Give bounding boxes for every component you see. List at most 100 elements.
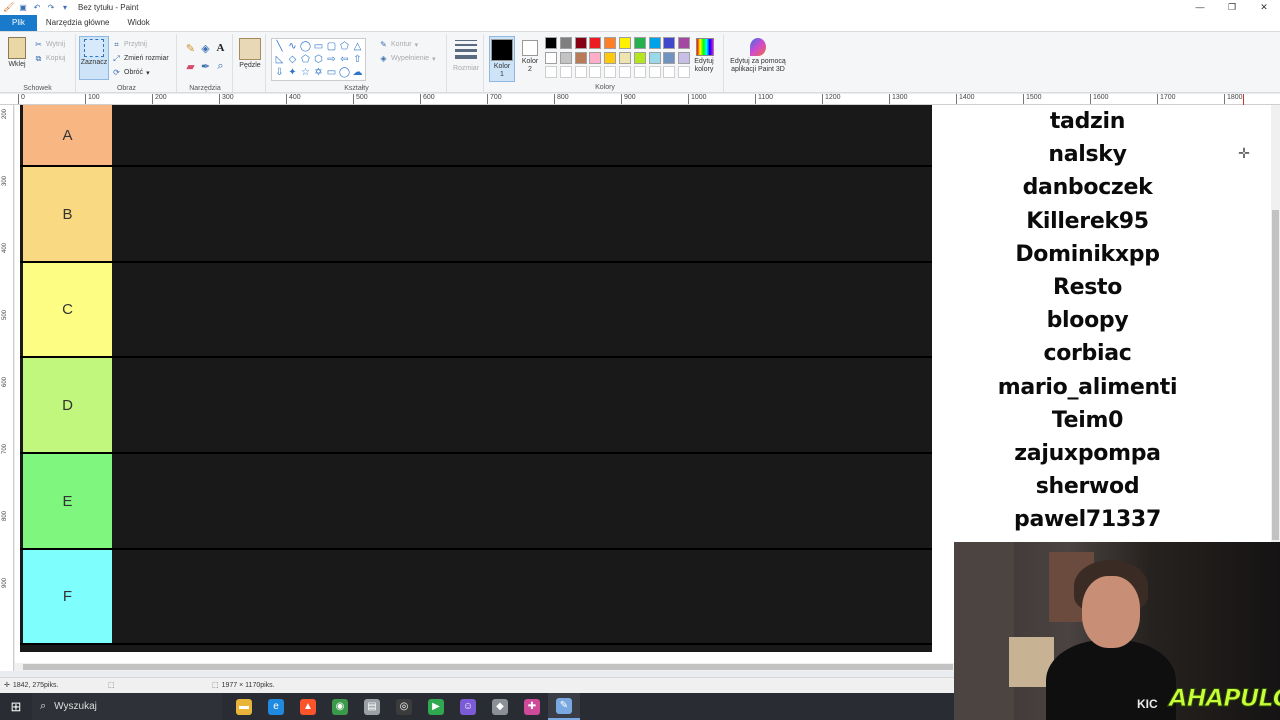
callout-rect-shape-icon[interactable]: ▭ (325, 66, 338, 79)
taskbar-app-button[interactable]: ▤ (356, 693, 388, 720)
vertical-scroll-thumb[interactable] (1272, 210, 1279, 540)
shapes-gallery[interactable]: ╲ ∿ ◯ ▭ ▢ ⬠ △ ◺ ◇ ⬠ ⬡ ⇨ ⇦ ⇧ ⇩ ✦ ☆ ✡ ▭ ◯ … (271, 38, 366, 81)
color1-button[interactable]: Kolor 1 (489, 36, 515, 82)
palette-color-swatch[interactable] (574, 37, 587, 49)
size-button[interactable]: Rozmiar (452, 40, 480, 72)
callout-oval-shape-icon[interactable]: ◯ (338, 66, 351, 79)
color2-button[interactable]: Kolor 2 (517, 36, 543, 74)
taskbar-app-button[interactable]: ✎ (548, 693, 580, 720)
line-shape-icon[interactable]: ╲ (273, 40, 286, 53)
star5-shape-icon[interactable]: ☆ (299, 66, 312, 79)
palette-color-swatch[interactable] (633, 66, 646, 78)
resize-button[interactable]: ⤢ Zmień rozmiar (112, 54, 168, 63)
palette-color-swatch[interactable] (678, 66, 691, 78)
palette-color-swatch[interactable] (545, 37, 557, 49)
quick-access-dropdown-icon[interactable]: ▾ (60, 3, 70, 13)
palette-color-swatch[interactable] (545, 66, 557, 78)
brushes-button[interactable]: Pędzle (236, 38, 264, 69)
palette-color-swatch[interactable] (648, 66, 661, 78)
tab-view[interactable]: Widok (118, 15, 158, 31)
palette-color-swatch[interactable] (618, 37, 631, 49)
crop-button[interactable]: ⌗ Przytnij (112, 40, 147, 49)
close-button[interactable]: ✕ (1248, 0, 1280, 15)
rotate-button[interactable]: ⟳ Obróć ▾ (112, 68, 149, 77)
save-icon[interactable]: ▣ (18, 3, 28, 13)
palette-color-swatch[interactable] (574, 51, 587, 64)
palette-color-swatch[interactable] (663, 66, 676, 78)
palette-color-swatch[interactable] (648, 37, 661, 49)
star4-shape-icon[interactable]: ✦ (286, 66, 299, 79)
text-icon[interactable]: A (213, 42, 228, 60)
right-triangle-shape-icon[interactable]: ◺ (273, 53, 286, 66)
tab-file[interactable]: Plik (0, 15, 37, 31)
taskbar-app-button[interactable]: ☺ (452, 693, 484, 720)
polygon-shape-icon[interactable]: ⬠ (338, 40, 351, 53)
palette-color-swatch[interactable] (604, 51, 617, 64)
taskbar-app-button[interactable]: e (260, 693, 292, 720)
palette-color-swatch[interactable] (648, 51, 661, 64)
palette-color-swatch[interactable] (663, 37, 676, 49)
tab-home[interactable]: Narzędzia główne (37, 15, 119, 31)
taskbar-search[interactable]: ⌕ Wyszukaj (32, 693, 222, 720)
fill-dropdown[interactable]: ◈ Wypełnienie ▾ (379, 54, 435, 63)
arrow-right-shape-icon[interactable]: ⇨ (325, 53, 338, 66)
palette-color-swatch[interactable] (559, 37, 572, 49)
oval-shape-icon[interactable]: ◯ (299, 40, 312, 53)
eraser-icon[interactable]: ▰ (183, 60, 198, 78)
taskbar-app-button[interactable]: ▬ (228, 693, 260, 720)
hexagon-shape-icon[interactable]: ⬡ (312, 53, 325, 66)
taskbar-app-button[interactable]: ▶ (420, 693, 452, 720)
taskbar-app-button[interactable]: ◉ (324, 693, 356, 720)
star6-shape-icon[interactable]: ✡ (312, 66, 325, 79)
taskbar-app-button[interactable]: ✚ (516, 693, 548, 720)
arrow-down-shape-icon[interactable]: ⇩ (273, 66, 286, 79)
rounded-rect-shape-icon[interactable]: ▢ (325, 40, 338, 53)
color-picker-icon[interactable]: ✒ (198, 60, 213, 78)
palette-color-swatch[interactable] (604, 37, 617, 49)
taskbar-app-button[interactable]: ◎ (388, 693, 420, 720)
magnifier-icon[interactable]: ⌕ (213, 60, 228, 78)
cloud-shape-icon[interactable]: ☁ (351, 66, 364, 79)
taskbar-app-button[interactable]: ◆ (484, 693, 516, 720)
palette-color-swatch[interactable] (545, 51, 557, 64)
arrow-left-shape-icon[interactable]: ⇦ (338, 53, 351, 66)
select-button[interactable]: Zaznacz (79, 36, 109, 80)
palette-color-swatch[interactable] (618, 51, 631, 64)
paste-button[interactable]: Wklej (4, 37, 30, 68)
minimize-button[interactable]: — (1184, 0, 1216, 15)
palette-color-swatch[interactable] (589, 51, 602, 64)
redo-icon[interactable]: ↷ (46, 3, 56, 13)
paint3d-button[interactable]: Edytuj za pomocą aplikacji Paint 3D (726, 38, 790, 74)
palette-color-swatch[interactable] (589, 37, 602, 49)
fill-icon[interactable]: ◈ (198, 42, 213, 60)
palette-color-swatch[interactable] (663, 51, 676, 64)
cut-button[interactable]: ✂ Wytnij (34, 40, 65, 49)
edit-colors-button[interactable]: Edytuj kolory (691, 38, 719, 74)
arrow-up-shape-icon[interactable]: ⇧ (351, 53, 364, 66)
palette-color-swatch[interactable] (574, 66, 587, 78)
outline-dropdown[interactable]: ✎ Kontur ▾ (379, 40, 418, 49)
copy-button[interactable]: ⧉ Kopiuj (34, 54, 66, 63)
palette-color-swatch[interactable] (559, 66, 572, 78)
pencil-icon[interactable]: ✎ (183, 42, 198, 60)
taskbar-app-button[interactable]: ▲ (292, 693, 324, 720)
rectangle-shape-icon[interactable]: ▭ (312, 40, 325, 53)
palette-color-swatch[interactable] (678, 51, 691, 64)
palette-color-swatch[interactable] (633, 51, 646, 64)
palette-color-swatch[interactable] (604, 66, 617, 78)
palette-color-swatch[interactable] (678, 37, 691, 49)
pentagon-shape-icon[interactable]: ⬠ (299, 53, 312, 66)
copy-icon: ⧉ (35, 54, 42, 63)
palette-color-swatch[interactable] (633, 37, 646, 49)
diamond-shape-icon[interactable]: ◇ (286, 53, 299, 66)
ruler-left: 200 300 400 500 600 700 800 900 (0, 105, 14, 671)
restore-button[interactable]: ❐ (1216, 0, 1248, 15)
curve-shape-icon[interactable]: ∿ (286, 40, 299, 53)
horizontal-scroll-thumb[interactable] (23, 664, 953, 670)
triangle-shape-icon[interactable]: △ (351, 40, 364, 53)
palette-color-swatch[interactable] (589, 66, 602, 78)
undo-icon[interactable]: ↶ (32, 3, 42, 13)
palette-color-swatch[interactable] (559, 51, 572, 64)
windows-start-icon[interactable]: ⊞ (0, 693, 32, 720)
palette-color-swatch[interactable] (618, 66, 631, 78)
